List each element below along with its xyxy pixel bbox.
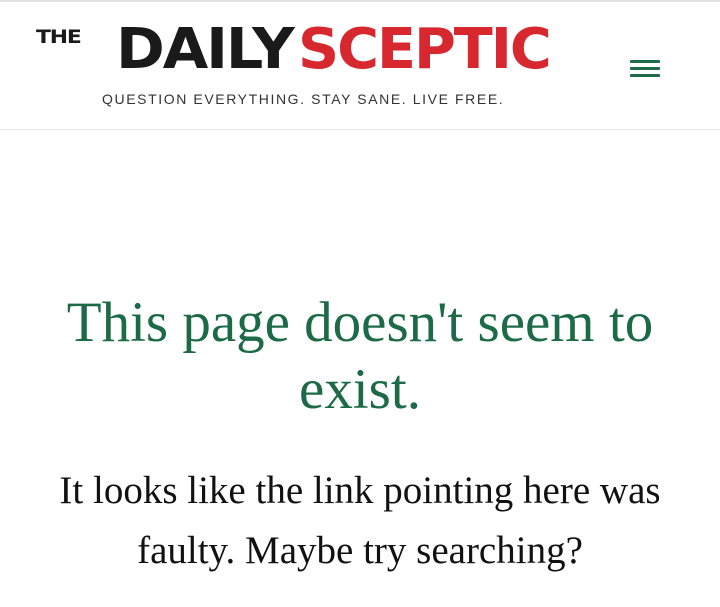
logo-daily-text: DAILY: [116, 17, 295, 82]
page-title: This page doesn't seem to exist.: [66, 291, 654, 421]
menu-button[interactable]: [626, 54, 662, 84]
logo-the-text: THE: [36, 26, 82, 48]
error-message: It looks like the link pointing here was…: [59, 469, 661, 572]
main-content: This page doesn't seem to exist. It look…: [0, 131, 720, 607]
logo-sceptic-text: SCEPTIC: [298, 17, 552, 82]
site-tagline: QUESTION EVERYTHING. STAY SANE. LIVE FRE…: [102, 91, 505, 107]
site-header: THE DAILY SCEPTIC QUESTION EVERYTHING. S…: [0, 2, 720, 130]
hamburger-menu-icon: [630, 60, 660, 78]
